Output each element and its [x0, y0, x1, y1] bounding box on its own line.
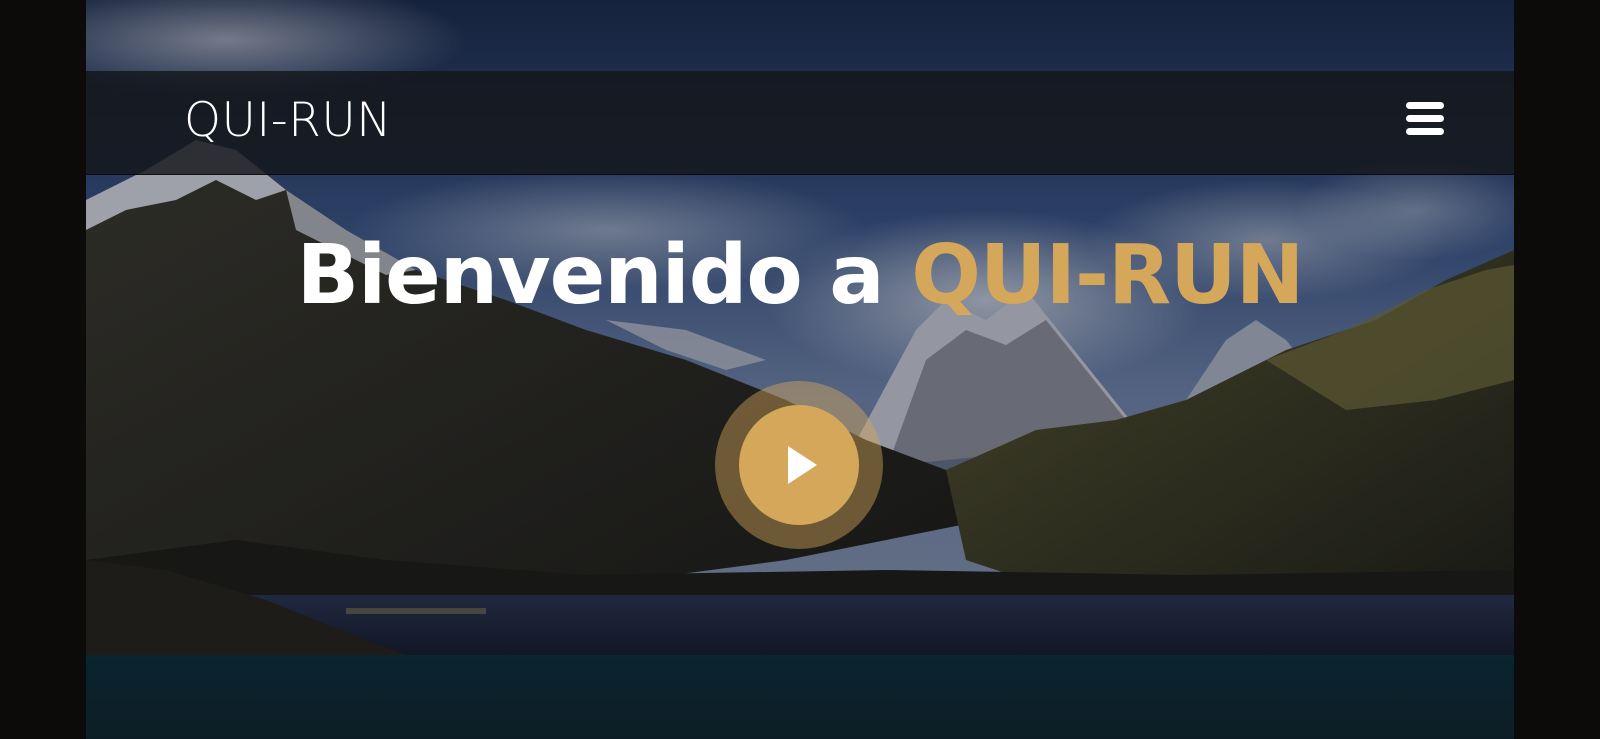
play-icon — [788, 446, 817, 484]
next-section — [86, 655, 1514, 739]
brand-logo[interactable]: QUI-RUN — [184, 91, 392, 151]
hero-title: Bienvenido a QUI-RUN — [86, 226, 1514, 326]
play-button-circle[interactable] — [739, 405, 859, 525]
hero-title-prefix: Bienvenido a — [296, 228, 912, 323]
page: QUI-RUN Bienvenido a QUI-RUN — [86, 0, 1514, 739]
hero-section: QUI-RUN Bienvenido a QUI-RUN — [86, 0, 1514, 655]
hero-title-accent: QUI-RUN — [911, 228, 1304, 323]
hamburger-menu-icon[interactable] — [1406, 102, 1444, 136]
play-video-button[interactable] — [715, 381, 883, 549]
navbar: QUI-RUN — [86, 71, 1514, 175]
